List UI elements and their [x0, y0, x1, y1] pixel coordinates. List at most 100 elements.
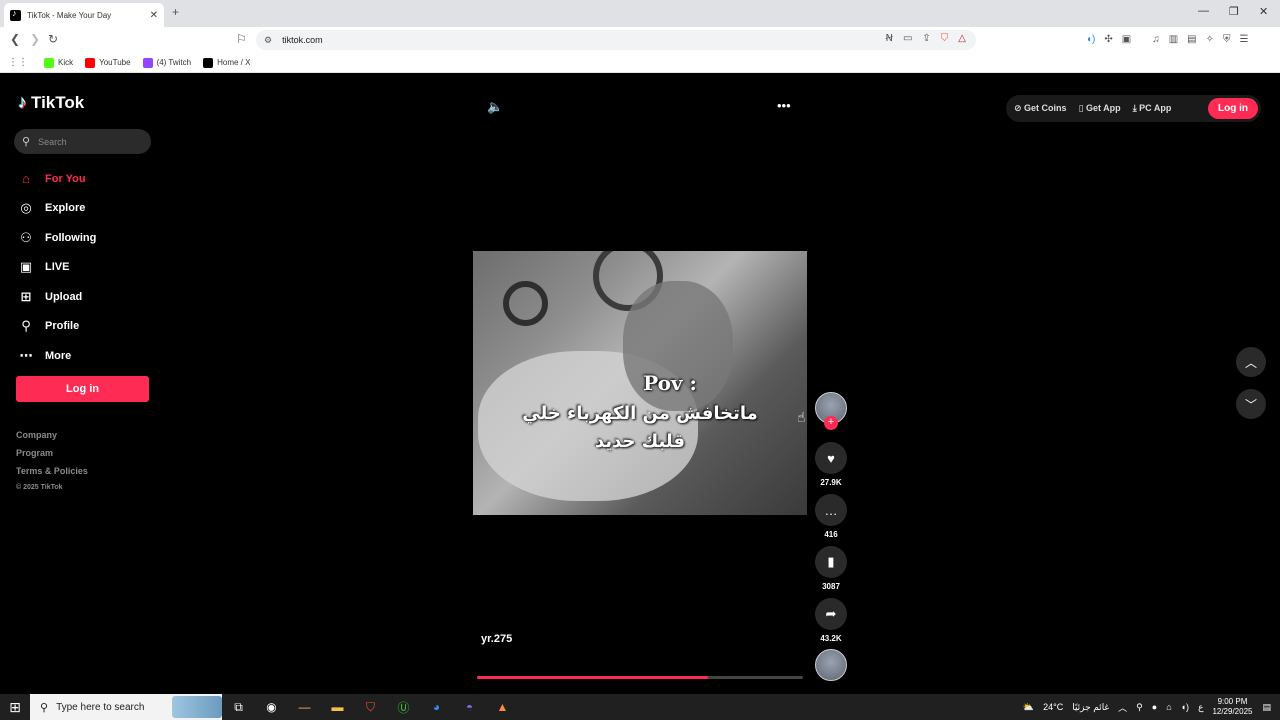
previous-video-button[interactable]: ︿ [1236, 347, 1266, 377]
volume-tray-icon[interactable]: ◖) [1181, 702, 1189, 712]
chrome-icon[interactable]: ◕ [420, 700, 453, 714]
leo-icon[interactable]: ✧ [1206, 34, 1214, 45]
like-action[interactable]: ♥ 27.9K [815, 442, 847, 487]
get-app-link[interactable]: ▯ Get App [1079, 103, 1121, 114]
discord-icon[interactable]: ◓ [453, 700, 486, 714]
comment-icon[interactable]: … [815, 494, 847, 526]
taskbar-search[interactable]: ⚲ Type here to search [30, 694, 222, 720]
forward-icon[interactable]: ❯ [30, 32, 40, 46]
new-tab-button[interactable]: + [172, 5, 179, 19]
heart-icon[interactable]: ♥ [815, 442, 847, 474]
vpn-icon[interactable]: ⛨ [1223, 34, 1231, 45]
next-video-button[interactable]: ﹀ [1236, 389, 1266, 419]
brave-rewards-icon[interactable]: △ [958, 33, 966, 44]
maximize-icon[interactable]: ❐ [1229, 5, 1239, 18]
sidebar-item-live[interactable]: ▣ LIVE [17, 253, 96, 283]
windows-taskbar: ⊞ ⚲ Type here to search ⧉ ◉ — ▬ ⛉ Ⓤ ◕ ◓ … [0, 694, 1280, 720]
screenshot-icon[interactable]: ▣ [1122, 34, 1131, 45]
steam-icon[interactable]: ◉ [255, 700, 288, 714]
footer-link-terms[interactable]: Terms & Policies [16, 466, 88, 484]
weather-icon[interactable]: ⛅ [1023, 702, 1034, 713]
app-icon[interactable]: ▲ [486, 700, 519, 714]
upwork-icon[interactable]: Ⓤ [387, 699, 420, 716]
tiktok-favicon-icon [10, 8, 21, 21]
translate-icon[interactable]: Ꞥ [885, 33, 892, 44]
share-action[interactable]: ➦ 43.2K [815, 598, 847, 643]
video-player[interactable]: Pov : ماتخافش من الكهرباء خلي قلبك حديد [473, 251, 807, 515]
sidebar-item-for-you[interactable]: ⌂ For You [17, 164, 96, 194]
pc-app-link[interactable]: ⤓ PC App [1133, 103, 1172, 114]
footer-link-program[interactable]: Program [16, 448, 88, 466]
task-view-icon[interactable]: ⧉ [222, 700, 255, 715]
sidebar-login-button[interactable]: Log in [16, 376, 149, 402]
footer-link-company[interactable]: Company [16, 430, 88, 448]
music-disc[interactable] [815, 649, 847, 681]
creator-avatar[interactable]: + [815, 392, 847, 430]
sidebar-item-profile[interactable]: ⚲ Profile [17, 312, 96, 342]
tiktok-logo[interactable]: ♪ TikTok [18, 92, 84, 113]
bookmark-icon[interactable]: ⚐ [236, 32, 247, 46]
music-disc-avatar[interactable] [815, 649, 847, 681]
sidebar-item-explore[interactable]: ◎ Explore [17, 194, 96, 224]
cast-icon[interactable]: ▭ [903, 33, 912, 44]
home-icon: ⌂ [22, 171, 30, 187]
brave-browser-icon[interactable]: ⛉ [354, 700, 387, 715]
extensions-icon[interactable]: ✣ [1104, 34, 1112, 45]
follow-plus-icon[interactable]: + [824, 416, 838, 430]
bookmark-save-icon[interactable]: ▮ [815, 546, 847, 578]
microphone-icon[interactable]: ● [1152, 702, 1157, 712]
bookmark-twitch[interactable]: (4) Twitch [142, 57, 192, 68]
sidebar-item-following[interactable]: ⚇ Following [17, 223, 96, 253]
bookmark-label: (4) Twitch [156, 58, 192, 67]
bluetooth-icon[interactable]: ⚲ [1136, 702, 1143, 713]
bookmark-youtube[interactable]: YouTube [85, 57, 131, 68]
video-progress-bar[interactable] [477, 676, 803, 679]
bookmark-kick[interactable]: Kick [44, 57, 73, 68]
search-box[interactable]: ⚲ [14, 129, 151, 154]
following-icon: ⚇ [20, 229, 32, 245]
sidebar-item-upload[interactable]: ⊞ Upload [17, 282, 96, 312]
bookmark-x[interactable]: Home / X [203, 57, 250, 68]
comment-action[interactable]: … 416 [815, 494, 847, 539]
apps-grid-icon[interactable]: ⋮⋮ [8, 57, 28, 68]
sidebar-item-label: Profile [45, 320, 80, 333]
top-login-button[interactable]: Log in [1208, 98, 1258, 119]
url-text: tiktok.com [282, 35, 323, 45]
search-highlight-image [172, 696, 222, 718]
get-coins-link[interactable]: ⊘ Get Coins [1014, 103, 1067, 114]
save-action[interactable]: ▮ 3087 [815, 546, 847, 591]
more-options-icon[interactable]: ••• [777, 98, 791, 113]
search-icon: ⚲ [22, 136, 31, 148]
weather-temperature[interactable]: 24°C [1043, 702, 1063, 712]
browser-tab[interactable]: TikTok - Make Your Day ✕ [4, 3, 164, 27]
notifications-icon[interactable]: ▤ [1262, 702, 1271, 713]
wallet-icon[interactable]: ▤ [1187, 34, 1196, 45]
reload-icon[interactable]: ↻ [48, 32, 58, 46]
video-author[interactable]: yr.275 [481, 633, 512, 645]
sidebar-toggle-icon[interactable]: ▥ [1169, 34, 1178, 45]
menu-icon[interactable]: ☰ [1240, 34, 1249, 45]
sidebar-item-more[interactable]: ⋯ More [17, 341, 96, 371]
media-icon[interactable]: ♫ [1152, 34, 1160, 45]
pinned-app-icon[interactable]: — [288, 700, 321, 714]
back-icon[interactable]: ❮ [10, 32, 20, 46]
tray-chevron-icon[interactable]: ︿ [1118, 701, 1127, 714]
search-input[interactable] [38, 136, 139, 147]
share-icon[interactable]: ⇪ [922, 33, 930, 44]
weather-description[interactable]: غائم جزئيًا [1072, 702, 1109, 713]
site-settings-icon[interactable]: ⚙ [264, 35, 272, 46]
brave-shield-icon[interactable]: ⛉ [941, 33, 949, 44]
clock[interactable]: 9:00 PM 12/29/2025 [1212, 697, 1252, 717]
audio-playing-icon[interactable]: ◖) [1086, 34, 1095, 45]
language-icon[interactable]: ع [1198, 702, 1203, 713]
windows-start-icon[interactable]: ⊞ [0, 699, 30, 716]
minimize-icon[interactable]: — [1198, 5, 1209, 17]
twitch-icon [142, 57, 153, 68]
tab-close-icon[interactable]: ✕ [150, 10, 158, 21]
network-icon[interactable]: ⌂ [1166, 702, 1171, 712]
share-arrow-icon[interactable]: ➦ [815, 598, 847, 630]
address-bar[interactable]: ⚙ tiktok.com Ꞥ ▭ ⇪ ⛉ △ [256, 30, 976, 50]
window-close-icon[interactable]: ✕ [1259, 5, 1268, 18]
volume-icon[interactable]: 🔈 [487, 99, 503, 115]
file-explorer-icon[interactable]: ▬ [321, 700, 354, 714]
